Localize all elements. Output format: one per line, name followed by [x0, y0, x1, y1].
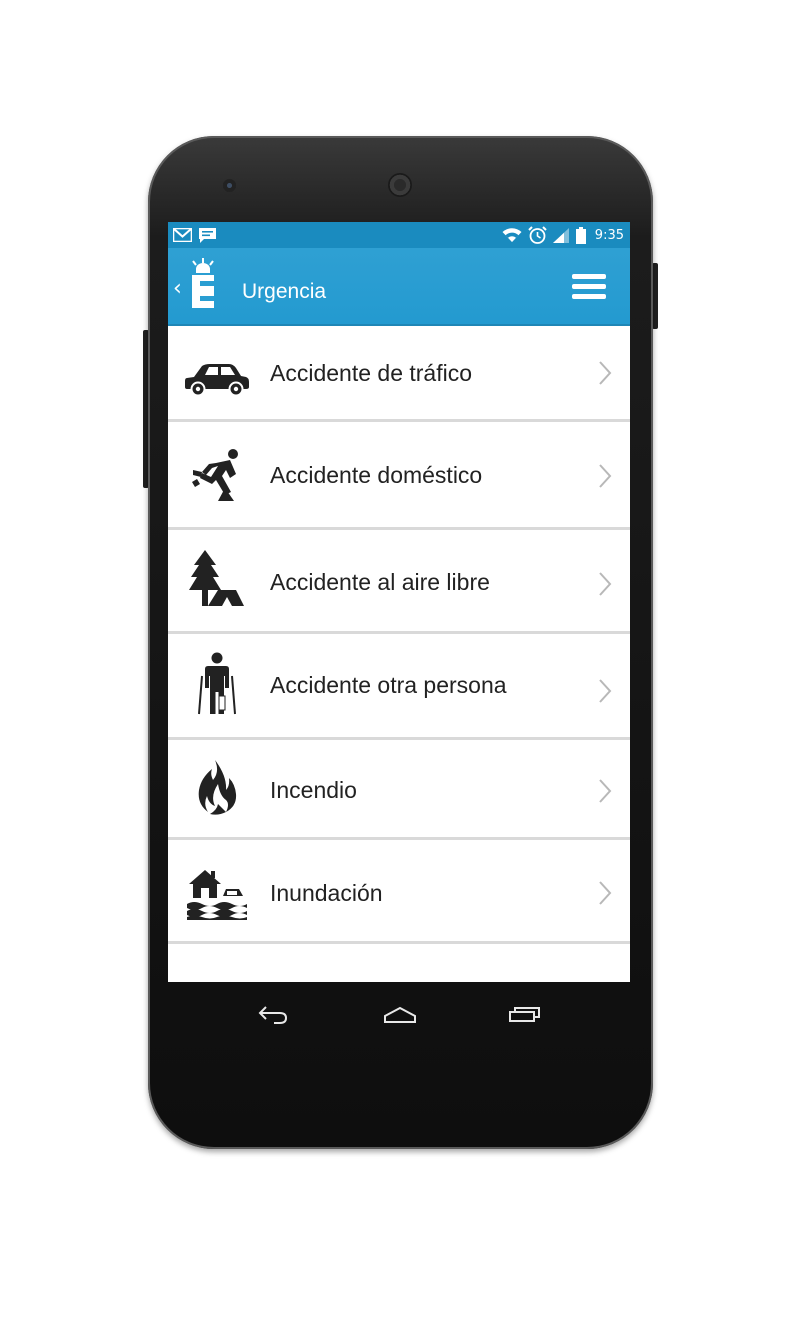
hamburger-icon-line [572, 294, 606, 299]
alarm-icon [528, 226, 547, 244]
front-camera [223, 179, 236, 192]
list-item-accidente-otra-persona[interactable]: Accidente otra persona [168, 634, 630, 740]
page-title: Urgencia [242, 280, 327, 303]
list-item-label: Accidente doméstico [270, 462, 483, 488]
battery-icon [575, 226, 586, 244]
menu-button[interactable] [572, 274, 606, 300]
message-icon [199, 227, 216, 243]
chevron-right-icon [599, 881, 612, 905]
app-bar: ‹ Urgencia [168, 248, 630, 326]
status-bar: 9:35 [168, 222, 630, 248]
list-item-label: Incendio [270, 777, 357, 803]
chevron-right-icon [599, 464, 612, 488]
flood-house-icon [182, 868, 252, 920]
back-icon[interactable] [258, 1005, 288, 1025]
screen: 9:35 ‹ Urgencia Accidente de tráfico Acc… [168, 222, 630, 982]
chevron-right-icon [599, 779, 612, 803]
earpiece-speaker [388, 173, 412, 197]
list-item-label: Accidente otra persona [270, 672, 507, 698]
chevron-right-icon [599, 679, 612, 703]
hamburger-icon [572, 274, 606, 279]
emergency-list: Accidente de tráfico Accidente doméstico [168, 326, 630, 944]
list-item-incendio[interactable]: Incendio [168, 740, 630, 840]
home-icon[interactable] [383, 1006, 417, 1024]
back-chevron-icon[interactable]: ‹ [173, 278, 182, 300]
list-item-label: Inundación [270, 880, 383, 906]
list-item-accidente-trafico[interactable]: Accidente de tráfico [168, 326, 630, 422]
list-item-accidente-aire-libre[interactable]: Accidente al aire libre [168, 530, 630, 634]
tree-tent-icon [182, 550, 252, 608]
clock: 9:35 [594, 227, 624, 243]
list-item-label: Accidente de tráfico [270, 360, 473, 386]
car-icon [182, 362, 252, 396]
chevron-right-icon [599, 361, 612, 385]
signal-icon [552, 227, 569, 243]
recent-apps-icon[interactable] [508, 1005, 542, 1023]
app-logo[interactable] [188, 258, 218, 310]
person-crutches-icon [182, 652, 252, 716]
hamburger-icon-line [572, 284, 606, 289]
tripping-person-icon [182, 448, 252, 502]
list-item-inundacion[interactable]: Inundación [168, 840, 630, 944]
gmail-icon [173, 228, 192, 242]
list-item-label: Accidente al aire libre [270, 569, 490, 595]
list-item-accidente-domestico[interactable]: Accidente doméstico [168, 422, 630, 530]
chevron-right-icon [599, 572, 612, 596]
wifi-icon [502, 227, 522, 242]
fire-icon [182, 760, 252, 816]
